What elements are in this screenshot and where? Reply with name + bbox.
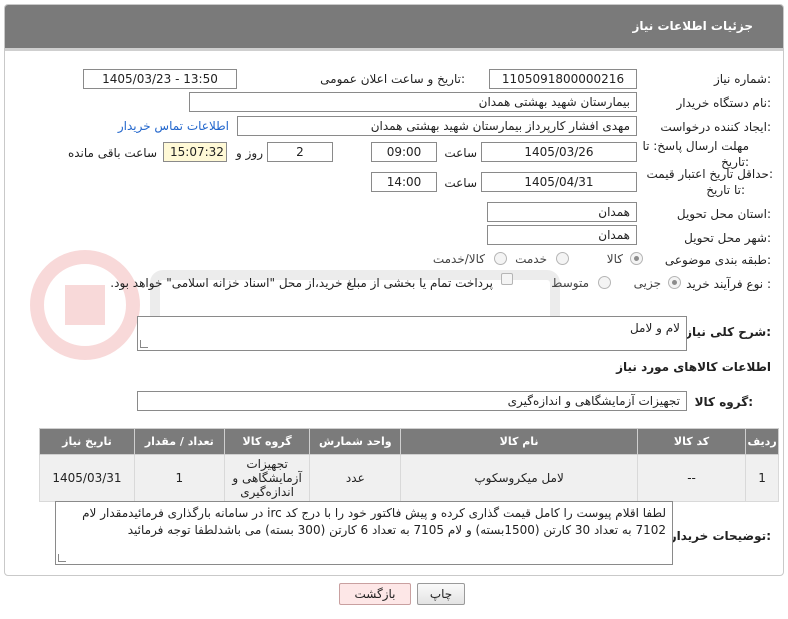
goods-info-label: اطلاعات کالاهای مورد نیاز	[616, 360, 771, 374]
goods-group-label: گروه کالا:	[694, 395, 753, 409]
province-label: استان محل تحویل:	[676, 207, 771, 221]
back-button[interactable]: بازگشت	[339, 583, 411, 605]
cell-quantity: 1	[133, 454, 225, 502]
panel-title: جزئیات اطلاعات نیاز	[632, 19, 753, 33]
col-name: نام کالا	[400, 428, 638, 455]
col-code: کد کالا	[636, 428, 747, 455]
treasury-payment-note: پرداخت تمام یا بخشی از مبلغ خرید،از محل …	[110, 276, 493, 290]
panel-header: جزئیات اطلاعات نیاز	[5, 5, 783, 51]
deadline-label-1: مهلت ارسال پاسخ: تا	[642, 139, 749, 153]
description-label: شرح کلی نیاز:	[685, 325, 771, 339]
table-row: 1 -- لامل میکروسکوپ عدد تجهیزات آزمایشگا…	[39, 454, 779, 502]
cell-code: --	[636, 454, 747, 502]
col-date: تاریخ نیاز	[39, 428, 135, 455]
process-radio-medium[interactable]	[598, 276, 611, 289]
remaining-label: ساعت باقی مانده	[67, 146, 157, 160]
buyer-org-field: بیمارستان شهید بهشتی همدان	[189, 92, 637, 112]
category-label: طبقه بندی موضوعی:	[664, 253, 771, 267]
resize-handle-icon[interactable]	[140, 340, 148, 348]
category-radio-goods[interactable]	[630, 252, 643, 265]
creator-label: ایجاد کننده درخواست:	[660, 120, 771, 134]
deadline-date-field: 1405/03/26	[481, 142, 637, 162]
col-row: ردیف	[745, 428, 779, 455]
resize-handle-icon[interactable]	[58, 554, 66, 562]
print-button[interactable]: چاپ	[417, 583, 465, 605]
province-field: همدان	[487, 202, 637, 222]
cell-group: تجهیزات آزمایشگاهی و اندازه‌گیری	[223, 454, 311, 502]
city-label: شهر محل تحویل:	[684, 231, 771, 245]
description-textarea[interactable]: لام و لامل	[137, 316, 687, 351]
goods-table: ردیف کد کالا نام کالا واحد شمارش گروه کا…	[39, 428, 779, 502]
buyer-contact-link[interactable]: اطلاعات تماس خریدار	[118, 119, 229, 133]
process-label: نوع فرآیند خرید :	[686, 277, 771, 291]
announce-label: تاریخ و ساعت اعلان عمومی:	[320, 72, 465, 86]
days-label: روز و	[236, 146, 263, 160]
validity-time-label: ساعت	[444, 176, 477, 190]
deadline-time-label: ساعت	[444, 146, 477, 160]
validity-time-field: 14:00	[371, 172, 437, 192]
category-radio-service[interactable]	[556, 252, 569, 265]
details-panel: جزئیات اطلاعات نیاز شماره نیاز: 11050918…	[4, 4, 784, 576]
buyer-notes-label: توضیحات خریدار:	[669, 529, 771, 543]
deadline-time-field: 09:00	[371, 142, 437, 162]
cell-date: 1405/03/31	[39, 454, 135, 502]
description-text: لام و لامل	[629, 321, 680, 335]
validity-label-1: حداقل تاریخ اعتبار قیمت:	[646, 167, 773, 181]
category-option-goods: کالا	[606, 252, 623, 266]
category-option-service: خدمت	[515, 252, 547, 266]
treasury-payment-checkbox[interactable]	[501, 273, 513, 285]
process-option-medium: متوسط	[551, 276, 589, 290]
remaining-time-field: 15:07:32	[163, 142, 227, 162]
need-number-field: 1105091800000216	[489, 69, 637, 89]
days-field: 2	[267, 142, 333, 162]
cell-unit: عدد	[309, 454, 402, 502]
need-number-label: شماره نیاز:	[713, 72, 771, 86]
category-option-goods-service: کالا/خدمت	[432, 252, 485, 266]
creator-field: مهدی افشار کارپرداز بیمارستان شهید بهشتی…	[237, 116, 637, 136]
validity-date-field: 1405/04/31	[481, 172, 637, 192]
announce-field: 1405/03/23 - 13:50	[83, 69, 237, 89]
process-radio-minor[interactable]	[668, 276, 681, 289]
cell-name: لامل میکروسکوپ	[400, 454, 638, 502]
buyer-org-label: نام دستگاه خریدار:	[676, 96, 772, 110]
col-group: گروه کالا	[223, 428, 311, 455]
process-option-minor: جزیی	[633, 276, 661, 290]
cell-row: 1	[745, 454, 779, 502]
col-unit: واحد شمارش	[309, 428, 402, 455]
category-radio-goods-service[interactable]	[494, 252, 507, 265]
city-field: همدان	[487, 225, 637, 245]
buyer-notes-text: لطفا اقلام پیوست را کامل قیمت گذاری کرده…	[82, 506, 666, 537]
buyer-notes-textarea[interactable]: لطفا اقلام پیوست را کامل قیمت گذاری کرده…	[55, 501, 673, 565]
goods-group-field: تجهیزات آزمایشگاهی و اندازه‌گیری	[137, 391, 687, 411]
col-quantity: تعداد / مقدار	[133, 428, 225, 455]
validity-label-2: تا تاریخ:	[706, 183, 745, 197]
goods-table-header: ردیف کد کالا نام کالا واحد شمارش گروه کا…	[39, 428, 779, 455]
